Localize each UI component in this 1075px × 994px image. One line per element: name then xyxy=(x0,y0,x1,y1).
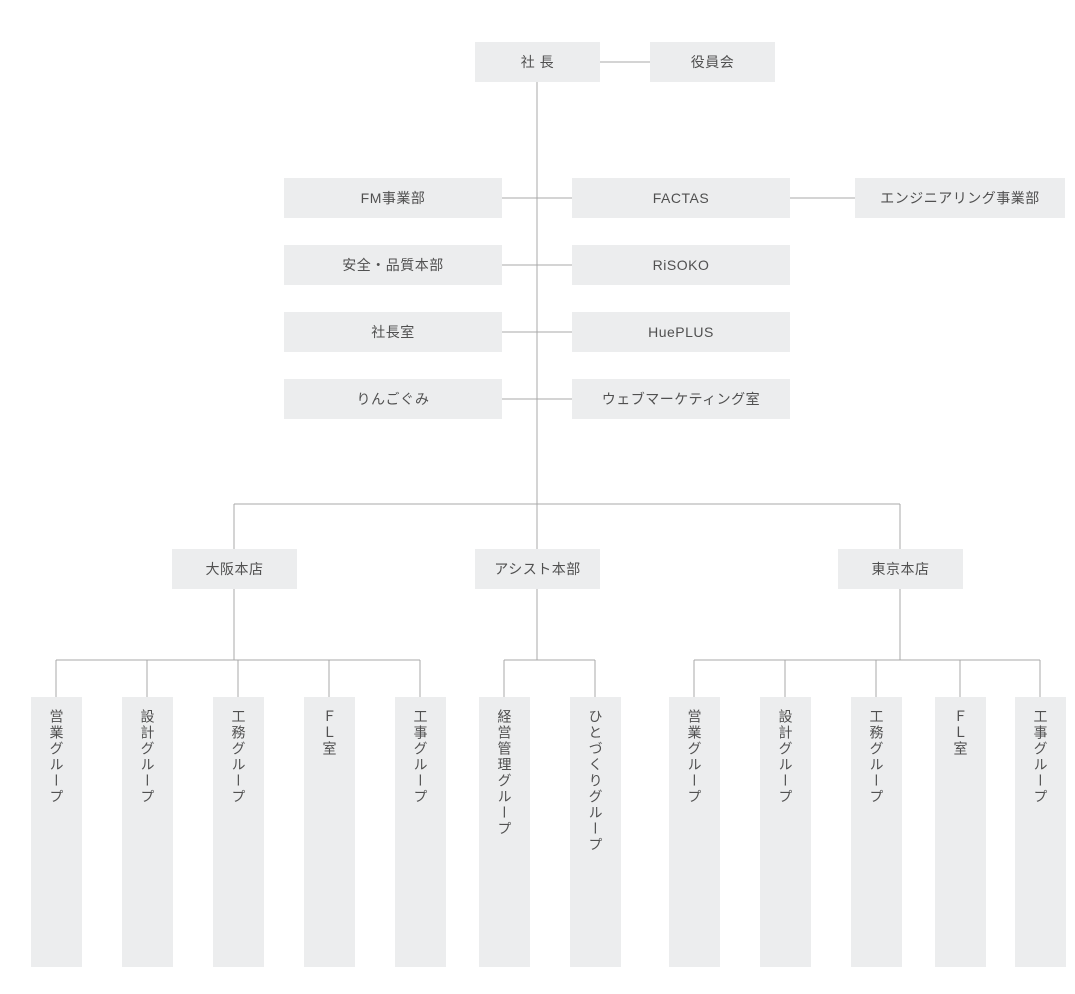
node-factas: FACTAS xyxy=(572,178,790,218)
node-safety-quality-hq: 安全・品質本部 xyxy=(284,245,502,285)
tokyo-group-koumu: 工務グループ xyxy=(851,697,902,967)
osaka-group-design: 設計グループ xyxy=(122,697,173,967)
node-engineering-division: エンジニアリング事業部 xyxy=(855,178,1065,218)
osaka-group-koumu: 工務グループ xyxy=(213,697,264,967)
node-fm-division: FM事業部 xyxy=(284,178,502,218)
node-web-marketing-office: ウェブマーケティング室 xyxy=(572,379,790,419)
node-osaka-honten: 大阪本店 xyxy=(172,549,297,589)
tokyo-group-design: 設計グループ xyxy=(760,697,811,967)
osaka-group-sales: 営業グループ xyxy=(31,697,82,967)
node-risoko: RiSOKO xyxy=(572,245,790,285)
node-hueplus: HuePLUS xyxy=(572,312,790,352)
osaka-group-kouji: 工事グループ xyxy=(395,697,446,967)
org-chart: 社 長 役員会 FM事業部 FACTAS エンジニアリング事業部 安全・品質本部… xyxy=(0,0,1075,994)
assist-group-hitozukuri: ひとづくりグループ xyxy=(570,697,621,967)
node-president-office: 社長室 xyxy=(284,312,502,352)
node-tokyo-honten: 東京本店 xyxy=(838,549,963,589)
osaka-group-fl-room: ＦＬ室 xyxy=(304,697,355,967)
tokyo-group-fl-room: ＦＬ室 xyxy=(935,697,986,967)
node-board: 役員会 xyxy=(650,42,775,82)
node-assist-honbu: アシスト本部 xyxy=(475,549,600,589)
assist-group-management: 経営管理グループ xyxy=(479,697,530,967)
tokyo-group-kouji: 工事グループ xyxy=(1015,697,1066,967)
tokyo-group-sales: 営業グループ xyxy=(669,697,720,967)
node-president: 社 長 xyxy=(475,42,600,82)
node-ringogumi: りんごぐみ xyxy=(284,379,502,419)
